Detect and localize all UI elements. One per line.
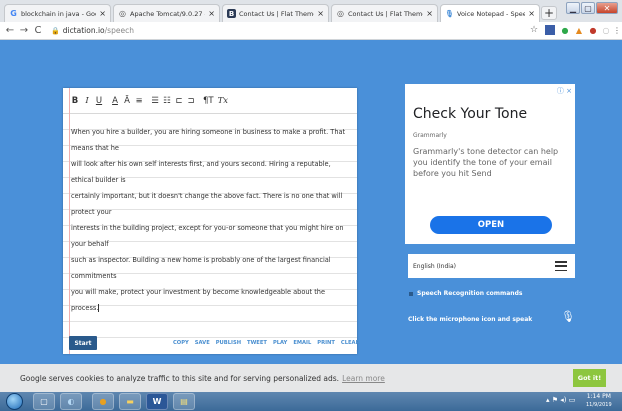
url-host: dictation.io bbox=[62, 26, 105, 35]
extension-green-icon[interactable]: ● bbox=[560, 25, 570, 35]
hamburger-menu-icon[interactable] bbox=[555, 260, 567, 272]
globe-icon: ◎ bbox=[337, 9, 344, 18]
email-button[interactable]: EMAIL bbox=[293, 340, 311, 346]
chrome-taskbar-icon[interactable]: ● bbox=[92, 393, 114, 410]
taskbar: ▢ ◐ ● ▬ W ▤ ▴ ⚑ ◂) ▭ 1:14 PM 11/9/2019 bbox=[0, 392, 622, 411]
align-button[interactable]: ≡ bbox=[135, 96, 143, 106]
profile-icon[interactable]: ○ bbox=[601, 25, 611, 35]
windows-start-button[interactable] bbox=[6, 393, 23, 410]
tab-voice-notepad[interactable]: 🎙 Voice Notepad - Speech to Te × bbox=[440, 4, 540, 22]
clear-button[interactable]: CLEAR bbox=[341, 340, 360, 346]
tab-apache-tomcat[interactable]: ◎ Apache Tomcat/9.0.27 - Error re × bbox=[113, 4, 220, 22]
tab-close-icon[interactable]: × bbox=[426, 9, 433, 18]
url-path: /speech bbox=[104, 26, 134, 35]
ad-brand: Grammarly bbox=[413, 132, 447, 139]
tab-contact-us-1[interactable]: B Contact Us | Flat Theme × bbox=[222, 4, 329, 22]
word-taskbar-icon[interactable]: W bbox=[146, 393, 168, 410]
play-button[interactable]: PLAY bbox=[273, 340, 287, 346]
language-label: English (India) bbox=[413, 262, 456, 270]
ad-description: Grammarly's tone detector can help you i… bbox=[413, 147, 559, 178]
clock-time: 1:14 PM bbox=[586, 393, 611, 400]
italic-button[interactable]: I bbox=[83, 96, 91, 106]
extension-red-icon[interactable]: ● bbox=[588, 25, 598, 35]
outdent-button[interactable]: ⊏ bbox=[175, 96, 183, 106]
extension-orange-icon[interactable]: ▲ bbox=[574, 25, 584, 35]
reload-button[interactable]: C bbox=[31, 24, 45, 38]
ad-open-button[interactable]: OPEN bbox=[430, 216, 552, 234]
language-select[interactable]: English (India) bbox=[408, 254, 575, 278]
lock-icon: 🔒 bbox=[51, 26, 60, 35]
bullet-icon bbox=[409, 291, 413, 296]
new-tab-button[interactable]: + bbox=[541, 6, 557, 20]
globe-icon: ◎ bbox=[119, 9, 126, 18]
system-tray-icons[interactable]: ▴ ⚑ ◂) ▭ bbox=[546, 396, 575, 404]
underline-button[interactable]: U bbox=[95, 96, 103, 106]
microphone-icon[interactable]: 🎙 bbox=[561, 310, 575, 323]
copy-button[interactable]: COPY bbox=[173, 340, 189, 346]
text-caret bbox=[98, 304, 100, 312]
tab-close-icon[interactable]: × bbox=[208, 9, 215, 18]
cookie-text: Google serves cookies to analyze traffic… bbox=[20, 373, 340, 383]
maximize-button[interactable]: ▢ bbox=[581, 2, 595, 14]
format-toolbar: B I U A Ā ≡ ☰ ☷ ⊏ ⊐ ¶T Tx bbox=[63, 88, 357, 114]
print-button[interactable]: PRINT bbox=[317, 340, 335, 346]
margin-line bbox=[69, 88, 70, 354]
explorer-taskbar-icon[interactable]: ▢ bbox=[33, 393, 55, 410]
back-button[interactable]: ← bbox=[3, 24, 17, 38]
microphone-icon: 🎙 bbox=[445, 9, 454, 18]
browser-menu-icon[interactable]: ⋮ bbox=[612, 25, 622, 35]
forward-button[interactable]: → bbox=[17, 24, 31, 38]
mic-instruction: Click the microphone icon and speak bbox=[408, 316, 533, 323]
publish-button[interactable]: PUBLISH bbox=[216, 340, 241, 346]
tab-label: Apache Tomcat/9.0.27 - Error re bbox=[130, 9, 205, 18]
notes-taskbar-icon[interactable]: ▤ bbox=[173, 393, 195, 410]
tab-close-icon[interactable]: × bbox=[317, 9, 324, 18]
extension-icon[interactable] bbox=[545, 25, 555, 35]
tab-label: Contact Us | Flat Theme bbox=[239, 9, 315, 18]
ad-title: Check Your Tone bbox=[413, 106, 528, 122]
blog-icon: B bbox=[227, 9, 236, 18]
minimize-button[interactable]: ▁ bbox=[566, 2, 580, 14]
speech-commands-label: Speech Recognition commands bbox=[417, 290, 523, 297]
tab-label: Contact Us | Flat Theme bbox=[348, 9, 424, 18]
tab-google-search[interactable]: G blockchain in java - Google Sea × bbox=[4, 4, 111, 22]
tab-label: Voice Notepad - Speech to Te bbox=[457, 9, 525, 18]
save-button[interactable]: SAVE bbox=[195, 340, 210, 346]
window-close-button[interactable]: ✕ bbox=[596, 2, 618, 14]
bookmark-star-icon[interactable]: ☆ bbox=[529, 25, 539, 35]
clear-format-button[interactable]: Tx bbox=[218, 96, 228, 106]
ad-choices-icon[interactable]: ⓘ × bbox=[557, 86, 572, 96]
unordered-list-button[interactable]: ☷ bbox=[163, 96, 171, 106]
bold-button[interactable]: B bbox=[71, 96, 79, 106]
url-field[interactable]: dictation.io/speech bbox=[63, 26, 134, 35]
tab-label: blockchain in java - Google Sea bbox=[21, 9, 96, 18]
notepad-editor: B I U A Ā ≡ ☰ ☷ ⊏ ⊐ ¶T Tx When you hire … bbox=[63, 88, 360, 354]
cookie-banner: Google serves cookies to analyze traffic… bbox=[0, 364, 622, 392]
tab-close-icon[interactable]: × bbox=[528, 9, 535, 18]
tweet-button[interactable]: TWEET bbox=[247, 340, 267, 346]
editor-actions: COPY SAVE PUBLISH TWEET PLAY EMAIL PRINT… bbox=[173, 340, 360, 346]
clock-date: 11/9/2019 bbox=[586, 402, 612, 408]
ordered-list-button[interactable]: ☰ bbox=[151, 96, 159, 106]
highlight-button[interactable]: Ā bbox=[123, 96, 131, 106]
tab-strip: G blockchain in java - Google Sea × ◎ Ap… bbox=[0, 0, 622, 22]
folder-taskbar-icon[interactable]: ▬ bbox=[119, 393, 141, 410]
speech-commands-link[interactable]: Speech Recognition commands bbox=[409, 290, 522, 297]
learn-more-link[interactable]: Learn more bbox=[342, 374, 385, 383]
indent-button[interactable]: ⊐ bbox=[187, 96, 195, 106]
google-icon: G bbox=[10, 9, 17, 18]
ad-panel[interactable]: ⓘ × Check Your Tone Grammarly Grammarly'… bbox=[405, 84, 575, 244]
taskbar-clock[interactable]: 1:14 PM 11/9/2019 bbox=[586, 393, 612, 409]
dictated-text: When you hire a builder, you are hiring … bbox=[71, 128, 346, 312]
media-taskbar-icon[interactable]: ◐ bbox=[60, 393, 82, 410]
dictation-text-area[interactable]: When you hire a builder, you are hiring … bbox=[71, 124, 351, 316]
tab-contact-us-2[interactable]: ◎ Contact Us | Flat Theme × bbox=[331, 4, 438, 22]
text-color-button[interactable]: A bbox=[111, 96, 119, 106]
tab-close-icon[interactable]: × bbox=[99, 9, 106, 18]
got-it-button[interactable]: Got it! bbox=[573, 369, 606, 387]
paragraph-button[interactable]: ¶T bbox=[203, 96, 214, 106]
start-button[interactable]: Start bbox=[69, 336, 97, 350]
